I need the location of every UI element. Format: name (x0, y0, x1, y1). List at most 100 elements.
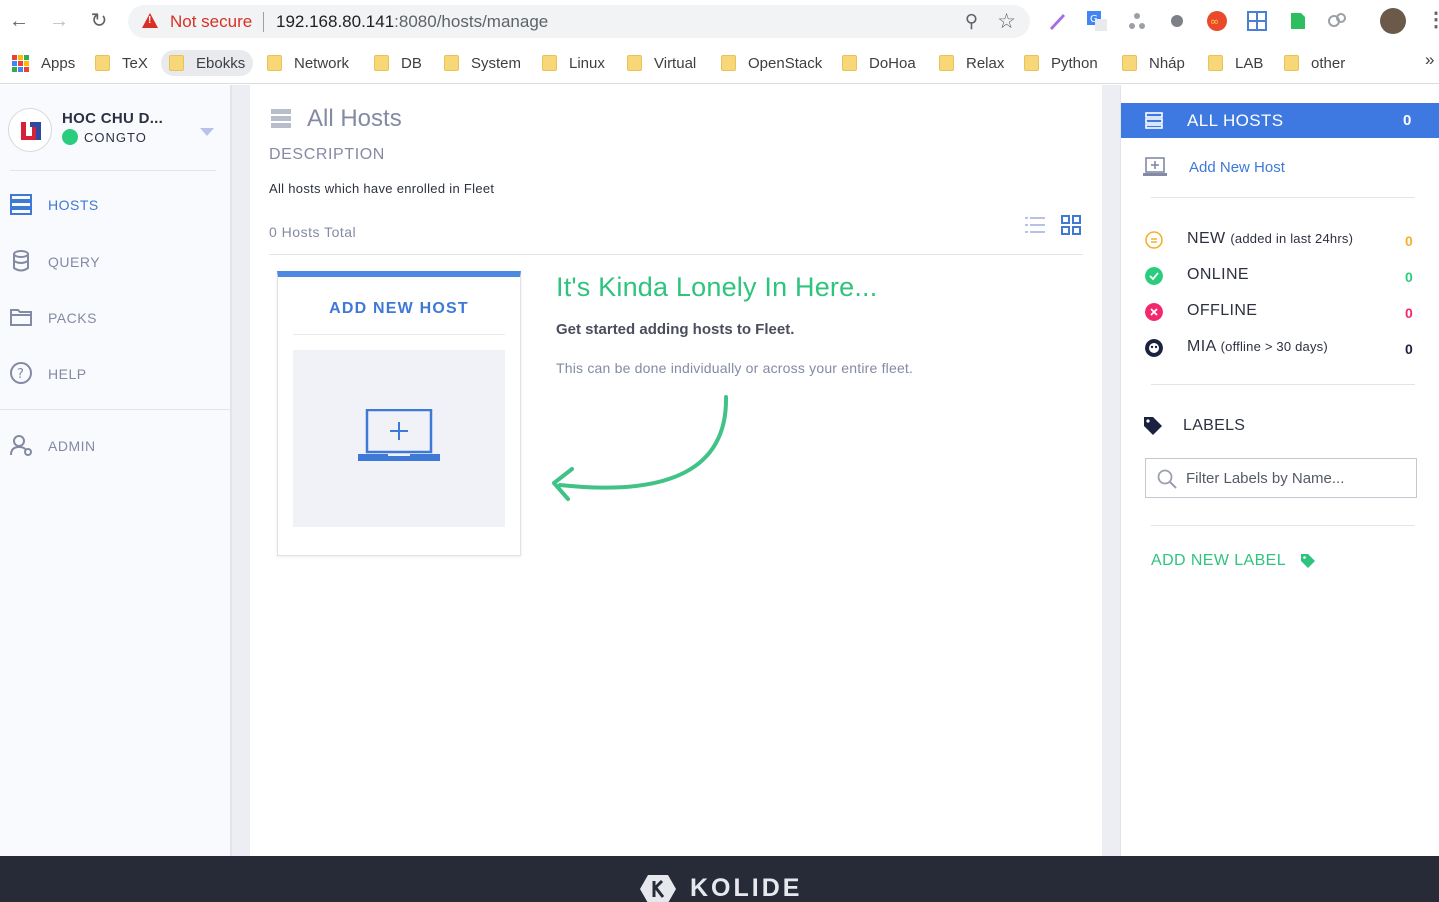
mia-status-icon (1145, 339, 1163, 357)
offline-status-icon (1145, 303, 1163, 321)
security-status[interactable]: Not secure (170, 12, 252, 32)
sidebar-item-admin[interactable]: ADMIN (0, 426, 230, 466)
org-switcher[interactable]: HOC CHU D... CONGTO (8, 108, 218, 156)
add-new-host-label: Add New Host (1189, 159, 1285, 176)
back-icon[interactable]: ← (8, 10, 30, 32)
svg-text:?: ? (17, 367, 24, 382)
reload-icon[interactable]: ↻ (88, 10, 110, 32)
warning-icon (142, 13, 158, 28)
list-view-icon[interactable] (1025, 216, 1045, 234)
dot-extension-icon[interactable] (1166, 10, 1188, 32)
pen-extension-icon[interactable] (1046, 10, 1068, 32)
bookmark-label: other (1311, 54, 1346, 72)
empty-state-title: It's Kinda Lonely In Here... (556, 272, 878, 302)
hosts-total: 0 Hosts Total (269, 224, 357, 240)
filter-new-hosts[interactable]: NEW (added in last 24hrs) 0 (1143, 229, 1413, 251)
forward-icon[interactable]: → (48, 10, 70, 32)
evernote-extension-icon[interactable] (1286, 10, 1308, 32)
empty-state-subtitle: Get started adding hosts to Fleet. (556, 321, 795, 338)
status-label: NEW (added in last 24hrs) (1187, 230, 1353, 248)
bookmark-folder[interactable]: Ebokks (161, 50, 254, 76)
profile-avatar[interactable] (1380, 8, 1406, 34)
bookmark-folder[interactable]: Relax (939, 50, 1004, 76)
add-new-host-link[interactable]: Add New Host (1143, 157, 1285, 177)
host-filter-panel: ALL HOSTS 0 Add New Host NEW (added in l… (1120, 85, 1439, 856)
org-logo (8, 108, 52, 152)
translate-extension-icon[interactable]: G (1086, 10, 1108, 32)
bookmark-label: Python (1051, 54, 1098, 72)
bookmark-apps[interactable]: Apps (12, 50, 75, 76)
bookmarks-overflow-icon[interactable]: » (1425, 50, 1434, 70)
kolide-logo: KOLIDE (638, 873, 802, 902)
chevron-down-icon[interactable] (200, 128, 214, 136)
bookmark-folder[interactable]: Nháp (1122, 50, 1185, 76)
apps-icon (12, 54, 29, 72)
bookmark-label: Apps (41, 54, 76, 72)
main-content: All Hosts DESCRIPTION All hosts which ha… (250, 85, 1102, 856)
url-path: :8080/hosts/manage (394, 12, 549, 31)
label-filter[interactable] (1145, 458, 1417, 498)
labels-heading: LABELS (1143, 416, 1245, 441)
bookmark-folder[interactable]: DoHoa (842, 50, 916, 76)
bookmark-folder[interactable]: other (1284, 50, 1345, 76)
bookmark-folder[interactable]: Linux (542, 50, 605, 76)
browser-menu-icon[interactable]: ⋮ (1426, 9, 1439, 31)
url-text[interactable]: 192.168.80.141:8080/hosts/manage (276, 12, 548, 32)
filter-offline-hosts[interactable]: OFFLINE 0 (1143, 301, 1413, 323)
org-name: HOC CHU D... (62, 110, 164, 127)
online-status-icon (1145, 267, 1163, 285)
omnibox-divider (263, 12, 264, 32)
description-label: DESCRIPTION (269, 146, 385, 163)
status-name: MIA (1187, 338, 1216, 355)
panel-divider (1151, 384, 1415, 385)
status-note: (added in last 24hrs) (1230, 231, 1354, 246)
sidebar-item-packs[interactable]: PACKS (0, 298, 230, 338)
svg-text:∞: ∞ (1210, 15, 1219, 28)
bookmark-star-icon[interactable]: ☆ (997, 9, 1016, 34)
bookmark-folder[interactable]: Virtual (627, 50, 696, 76)
bookmark-folder[interactable]: DB (374, 50, 422, 76)
zoom-icon[interactable]: ⚲ (965, 11, 978, 32)
sidebar-item-hosts[interactable]: HOSTS (0, 185, 230, 225)
address-bar[interactable]: Not secure 192.168.80.141:8080/hosts/man… (128, 5, 1030, 38)
all-hosts-count: 0 (1403, 112, 1412, 129)
sidebar-item-query[interactable]: QUERY (0, 242, 230, 282)
bookmark-label: Nháp (1149, 54, 1185, 72)
url-host: 192.168.80.141 (276, 12, 395, 31)
sidebar-item-label: ADMIN (48, 438, 96, 454)
bookmark-folder[interactable]: System (444, 50, 521, 76)
grid-view-icon[interactable] (1061, 215, 1081, 235)
folder-icon (10, 309, 32, 326)
folder-icon (1122, 55, 1137, 71)
admin-icon (10, 435, 32, 456)
panel-divider (1151, 525, 1415, 526)
bookmark-folder[interactable]: Network (267, 50, 349, 76)
infinity-extension-icon[interactable]: ∞ (1206, 10, 1228, 32)
bookmark-folder[interactable]: Python (1024, 50, 1098, 76)
filter-all-hosts[interactable]: ALL HOSTS 0 (1121, 103, 1439, 138)
folder-icon (721, 55, 736, 71)
bookmark-label: TeX (122, 54, 148, 72)
tree-extension-icon[interactable] (1126, 10, 1148, 32)
sidebar-item-help[interactable]: ? HELP (0, 354, 230, 394)
filter-mia-hosts[interactable]: MIA (offline > 30 days) 0 (1143, 337, 1413, 359)
status-note: (offline > 30 days) (1220, 339, 1328, 354)
sidebar: HOC CHU D... CONGTO HOSTS QUERY PACKS ? … (0, 85, 232, 856)
kolide-brand-text: KOLIDE (690, 873, 803, 902)
add-new-host-card[interactable]: ADD NEW HOST (277, 271, 521, 556)
hosts-icon (1145, 112, 1163, 129)
tag-icon (1301, 554, 1316, 568)
sidebar-item-label: PACKS (48, 310, 97, 326)
bookmark-folder[interactable]: TeX (95, 50, 148, 76)
folder-icon (1284, 55, 1299, 71)
add-new-label-button[interactable]: ADD NEW LABEL (1151, 552, 1316, 570)
grid-extension-icon[interactable] (1246, 10, 1268, 32)
filter-online-hosts[interactable]: ONLINE 0 (1143, 265, 1413, 287)
labels-heading-text: LABELS (1183, 417, 1246, 434)
folder-icon (1208, 55, 1223, 71)
bookmark-folder[interactable]: LAB (1208, 50, 1263, 76)
bookmark-label: Linux (569, 54, 605, 72)
bookmark-folder[interactable]: OpenStack (721, 50, 822, 76)
link-extension-icon[interactable] (1326, 10, 1348, 32)
label-filter-input[interactable] (1186, 467, 1406, 489)
